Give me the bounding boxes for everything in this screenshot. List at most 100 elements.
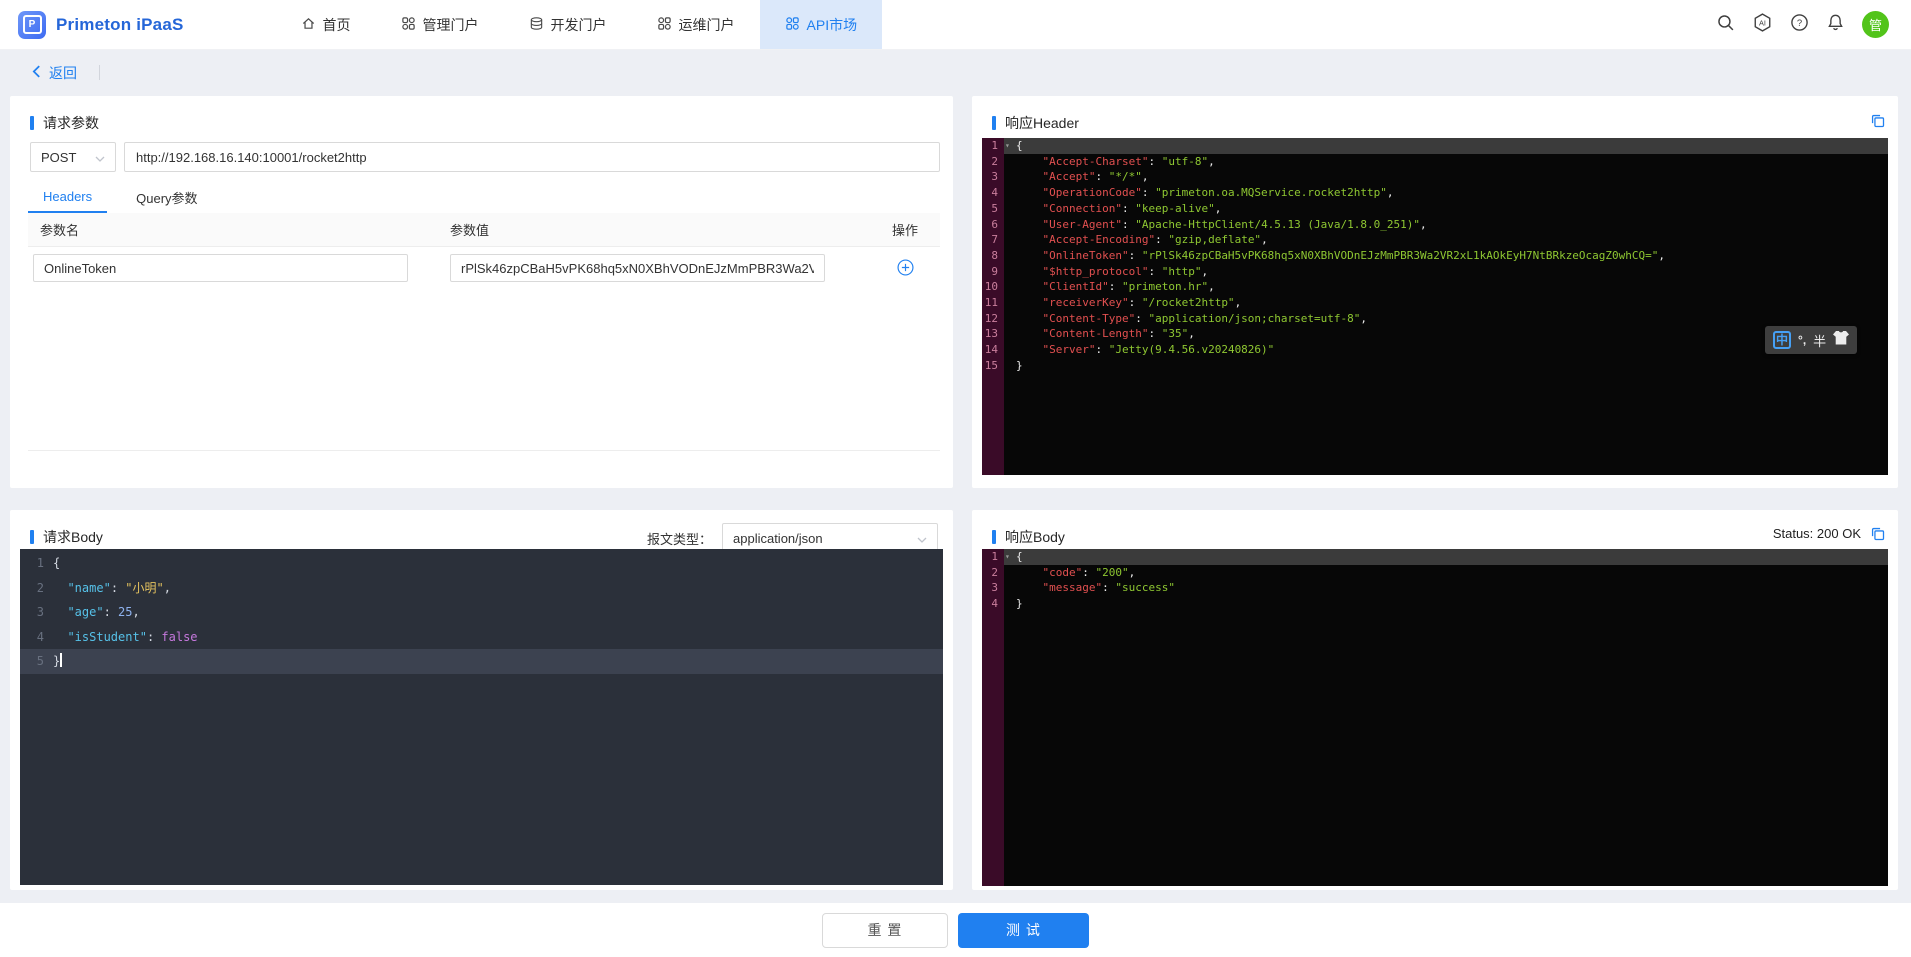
code-line: 2 "code": "200", (982, 565, 1888, 581)
code-line: 3 "message": "success" (982, 580, 1888, 596)
line-number: 2 (20, 576, 53, 601)
ime-skin-icon[interactable] (1833, 331, 1849, 350)
code-line: 3 "age": 25, (20, 600, 943, 625)
panel-title: 响应Header (992, 113, 1079, 133)
nav-item-ops-portal[interactable]: 运维门户 (632, 0, 760, 49)
copy-icon[interactable] (1870, 526, 1885, 541)
bell-icon[interactable] (1826, 13, 1845, 37)
method-url-row: POST (30, 142, 940, 172)
search-icon[interactable] (1716, 13, 1735, 37)
code-line: 13 "Content-Length": "35", (982, 326, 1888, 342)
table-header-row: 参数名 参数值 操作 (28, 213, 940, 247)
line-number: 5 (20, 649, 53, 674)
code-line: 4 "isStudent": false (20, 625, 943, 650)
back-label: 返回 (49, 63, 77, 83)
nav-item-home[interactable]: 首页 (276, 0, 376, 49)
tab-query-params[interactable]: Query参数 (121, 182, 212, 213)
panel-title: 请求Body (30, 527, 103, 547)
status-badge: Status: 200 OK (1773, 526, 1861, 541)
tab-headers[interactable]: Headers (28, 182, 107, 213)
line-number: 15 (982, 358, 1004, 374)
svg-text:AI: AI (1759, 18, 1766, 27)
divider (99, 65, 100, 80)
nav-item-dev-portal[interactable]: 开发门户 (504, 0, 632, 49)
line-number: 3 (20, 600, 53, 625)
line-number: 14 (982, 342, 1004, 358)
brand[interactable]: P Primeton iPaaS (18, 11, 184, 39)
param-value-input[interactable] (450, 254, 825, 282)
ime-halfwidth[interactable]: 半 (1813, 331, 1826, 350)
ime-punctuation[interactable]: °, (1798, 333, 1806, 347)
chevron-left-icon (32, 65, 41, 81)
response-body-code[interactable]: 1▾{2 "code": "200",3 "message": "success… (982, 549, 1888, 886)
response-header-panel: 响应Header 1▾{2 "Accept-Charset": "utf-8",… (972, 96, 1898, 488)
chevron-down-icon (95, 150, 105, 165)
nav-item-api-market[interactable]: API市场 (760, 0, 883, 49)
test-button[interactable]: 测 试 (958, 913, 1089, 948)
request-body-editor[interactable]: 1{2 "name": "小明",3 "age": 25,4 "isStuden… (20, 549, 943, 885)
back-button[interactable]: 返回 (32, 63, 77, 83)
copy-icon[interactable] (1870, 113, 1885, 128)
nav-item-label: 首页 (323, 15, 351, 35)
line-number: 2 (982, 565, 1004, 581)
response-body-panel: 响应Body Status: 200 OK 1▾{2 "code": "200"… (972, 510, 1898, 890)
code-line: 4} (982, 596, 1888, 612)
request-body-panel: 请求Body 报文类型： application/json 1{2 "name"… (10, 510, 953, 890)
top-navbar: P Primeton iPaaS 首页 管理门户 开发门户 运维门户 A (0, 0, 1911, 50)
help-icon[interactable]: ? (1790, 13, 1809, 37)
line-number: 9 (982, 264, 1004, 280)
code-line: 5 "Connection": "keep-alive", (982, 201, 1888, 217)
url-input[interactable] (124, 142, 940, 172)
code-line: 1▾{ (982, 138, 1888, 154)
nav-item-label: 运维门户 (679, 15, 735, 35)
footer-bar: 重 置 测 试 (0, 903, 1911, 957)
ime-lang-icon[interactable]: 中 (1773, 331, 1791, 349)
code-line: 4 "OperationCode": "primeton.oa.MQServic… (982, 185, 1888, 201)
line-number: 2 (982, 154, 1004, 170)
nav-item-admin-portal[interactable]: 管理门户 (376, 0, 504, 49)
chevron-down-icon (917, 531, 927, 546)
fold-icon[interactable]: ▾ (1005, 138, 1010, 154)
code-line: 15} (982, 358, 1888, 374)
line-number: 11 (982, 295, 1004, 311)
add-param-button[interactable] (897, 259, 914, 276)
code-line: 11 "receiverKey": "/rocket2http", (982, 295, 1888, 311)
panel-title: 响应Body (992, 527, 1065, 547)
method-select[interactable]: POST (30, 142, 116, 172)
line-number: 10 (982, 279, 1004, 295)
line-number: 12 (982, 311, 1004, 327)
fold-icon[interactable]: ▾ (1005, 549, 1010, 565)
line-number: 3 (982, 169, 1004, 185)
code-line: 7 "Accept-Encoding": "gzip,deflate", (982, 232, 1888, 248)
request-params-panel: 请求参数 POST Headers Query参数 参数名 参数值 操作 (10, 96, 953, 488)
nav-item-label: 开发门户 (551, 15, 607, 35)
line-number: 6 (982, 217, 1004, 233)
avatar[interactable]: 管 (1862, 11, 1889, 38)
ai-icon[interactable]: AI (1752, 12, 1773, 38)
line-number: 1 (982, 549, 1004, 565)
param-name-input[interactable] (33, 254, 408, 282)
ime-statusbar: 中 °, 半 (1765, 326, 1857, 354)
line-number: 13 (982, 326, 1004, 342)
params-table: 参数名 参数值 操作 (28, 213, 940, 451)
stack-icon (529, 16, 544, 34)
grid-icon (401, 16, 416, 34)
nav-right-actions: AI ? 管 (1716, 0, 1889, 49)
col-param-name: 参数名 (28, 220, 440, 239)
line-number: 4 (982, 185, 1004, 201)
content-type-value: application/json (733, 531, 823, 546)
line-number: 7 (982, 232, 1004, 248)
code-line: 1{ (20, 551, 943, 576)
code-line: 12 "Content-Type": "application/json;cha… (982, 311, 1888, 327)
panel-title: 请求参数 (30, 113, 99, 133)
grid-icon (657, 16, 672, 34)
app-root: P Primeton iPaaS 首页 管理门户 开发门户 运维门户 A (0, 0, 1911, 957)
line-number: 8 (982, 248, 1004, 264)
method-value: POST (41, 150, 76, 165)
code-line: 6 "User-Agent": "Apache-HttpClient/4.5.1… (982, 217, 1888, 233)
back-row: 返回 (0, 49, 1911, 96)
brand-logo-icon: P (18, 11, 46, 39)
response-header-code[interactable]: 1▾{2 "Accept-Charset": "utf-8",3 "Accept… (982, 138, 1888, 475)
reset-button[interactable]: 重 置 (822, 913, 948, 948)
content-type-label: 报文类型： (647, 529, 712, 548)
